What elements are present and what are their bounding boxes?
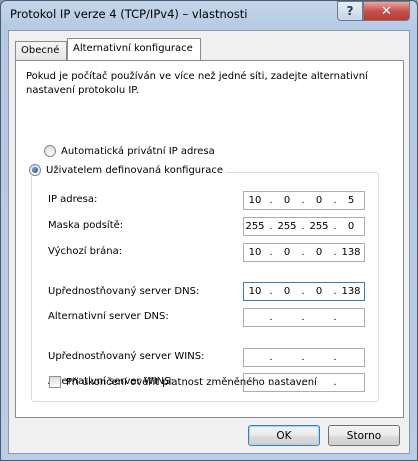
ip-separator: . — [269, 286, 273, 297]
radio-label: Automatická privátní IP adresa — [61, 145, 215, 157]
ip-separator: . — [333, 221, 337, 232]
tab-general[interactable]: Obecné — [15, 41, 67, 60]
ip-octet: 138 — [341, 286, 361, 297]
dialog-window: Protokol IP verze 4 (TCP/IPv4) – vlastno… — [0, 0, 418, 461]
ip-separator: . — [269, 247, 273, 258]
radio-user-defined-config[interactable]: Uživatelem definovaná konfigurace — [29, 164, 227, 176]
ip-octet: 255 — [245, 221, 265, 232]
ip-separator: . — [301, 286, 305, 297]
help-button[interactable]: ? — [337, 1, 363, 21]
ip-octet: 0 — [283, 286, 291, 297]
ok-button[interactable]: OK — [248, 425, 320, 446]
ip-octet: 10 — [248, 286, 262, 297]
ip-address-input[interactable]: 10. 0. 0. 5 — [243, 191, 365, 210]
ip-separator: . — [301, 312, 305, 323]
tab-panel: Pokud je počítač používán ve více než je… — [15, 60, 404, 418]
ip-separator: . — [333, 352, 337, 363]
ip-separator: . — [333, 247, 337, 258]
radio-selected-dot — [32, 167, 38, 173]
ip-separator: . — [301, 221, 305, 232]
radio-label: Uživatelem definovaná konfigurace — [46, 164, 224, 176]
ip-octet: 0 — [283, 247, 291, 258]
ip-octet: 255 — [309, 221, 329, 232]
ip-octet: 5 — [347, 195, 355, 206]
ip-octet: 138 — [341, 247, 361, 258]
checkbox-label: Při ukončení ověřit platnost změněného n… — [66, 376, 317, 388]
ip-separator: . — [333, 377, 337, 388]
radio-unchecked-icon — [44, 145, 56, 157]
ip-separator: . — [269, 195, 273, 206]
dialog-client-area: Obecné Alternativní konfigurace Pokud je… — [8, 30, 410, 454]
ip-octet: 0 — [315, 286, 323, 297]
preferred-wins-label: Upřednostňovaný server WINS: — [48, 351, 205, 362]
radio-automatic-private-ip[interactable]: Automatická privátní IP adresa — [44, 145, 215, 157]
ip-octet: 0 — [347, 221, 355, 232]
ip-octet: 255 — [277, 221, 297, 232]
alternate-dns-label: Alternativní server DNS: — [48, 311, 169, 322]
ip-octet: 0 — [315, 247, 323, 258]
subnet-mask-label: Maska podsítě: — [48, 220, 124, 231]
ip-separator: . — [333, 195, 337, 206]
ip-separator: . — [269, 312, 273, 323]
subnet-mask-input[interactable]: 255. 255. 255. 0 — [243, 217, 365, 236]
ip-octet: 10 — [248, 195, 262, 206]
alternate-dns-input[interactable]: . . . — [243, 308, 365, 327]
window-title: Protokol IP verze 4 (TCP/IPv4) – vlastno… — [10, 7, 248, 21]
ip-separator: . — [301, 247, 305, 258]
ip-separator: . — [269, 221, 273, 232]
cancel-button[interactable]: Storno — [328, 425, 400, 446]
tab-alternate-config[interactable]: Alternativní konfigurace — [67, 38, 201, 60]
ip-octet: 0 — [315, 195, 323, 206]
ip-separator: . — [333, 286, 337, 297]
preferred-wins-input[interactable]: . . . — [243, 348, 365, 367]
ip-octet: 10 — [248, 247, 262, 258]
preferred-dns-label: Upřednostňovaný server DNS: — [48, 286, 200, 297]
close-button[interactable]: ✕ — [363, 1, 410, 21]
validate-on-exit-checkbox[interactable]: Při ukončení ověřit platnost změněného n… — [49, 376, 317, 388]
ip-octet: 0 — [283, 195, 291, 206]
default-gateway-label: Výchozí brána: — [48, 246, 123, 257]
checkbox-unchecked-icon — [49, 376, 61, 388]
ip-separator: . — [301, 195, 305, 206]
ip-separator: . — [333, 312, 337, 323]
ip-separator: . — [269, 352, 273, 363]
description-text: Pokud je počítač používán ve více než je… — [26, 71, 368, 96]
radio-checked-icon — [29, 164, 41, 176]
ip-address-label: IP adresa: — [48, 194, 98, 205]
preferred-dns-input[interactable]: 10. 0. 0. 138 — [243, 282, 365, 301]
default-gateway-input[interactable]: 10. 0. 0. 138 — [243, 243, 365, 262]
ip-separator: . — [301, 352, 305, 363]
